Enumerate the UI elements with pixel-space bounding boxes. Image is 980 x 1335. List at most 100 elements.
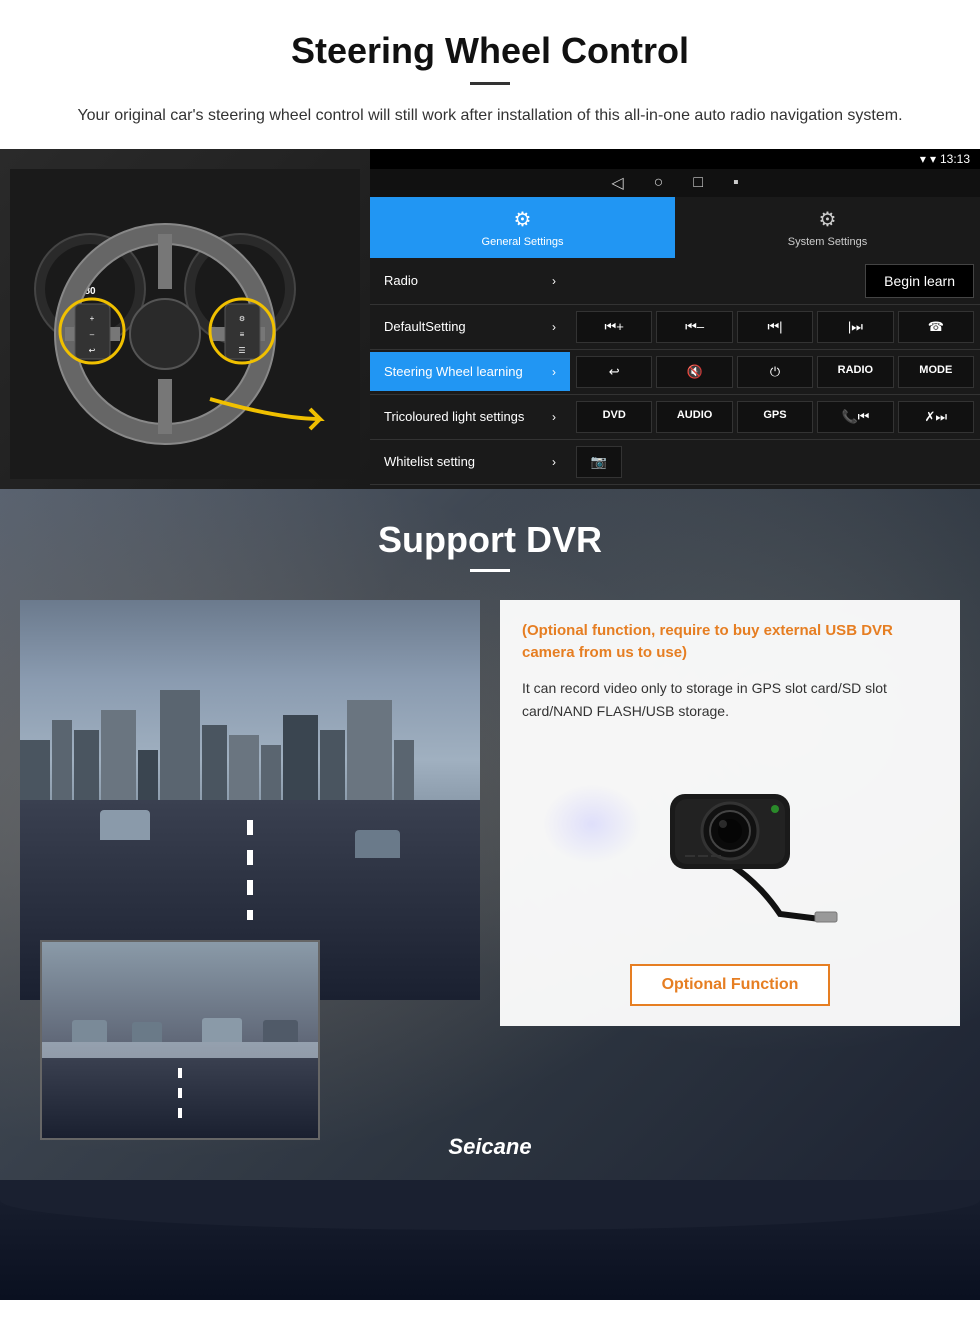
steering-wheel-svg: 80 + – ↩ ⚙ ≡ ☰	[10, 169, 360, 479]
ctrl-vol-up[interactable]: ⏮+	[576, 311, 652, 343]
settings-menu: Radio › Begin learn DefaultSetting › ⏮+ …	[370, 258, 980, 489]
menu-row-radio: Radio › Begin learn	[370, 258, 980, 305]
home-icon[interactable]: ○	[654, 174, 664, 192]
tab-general-label: General Settings	[482, 236, 564, 248]
menu-item-tricolour[interactable]: Tricoloured light settings ›	[370, 397, 570, 436]
svg-text:↩: ↩	[89, 346, 96, 355]
seicane-brand-logo: Seicane	[448, 1134, 531, 1160]
page-title: Steering Wheel Control	[40, 30, 940, 72]
car-dashboard-bottom	[0, 1180, 980, 1300]
tab-general-settings[interactable]: ⚙ General Settings	[370, 197, 675, 258]
chevron-icon-5: ›	[552, 455, 556, 469]
dvr-title-wrap: Support DVR	[0, 489, 980, 580]
ctrl-phone-prev[interactable]: 📞⏮	[817, 401, 893, 433]
ctrl-radio[interactable]: RADIO	[817, 356, 893, 388]
ctrl-audio[interactable]: AUDIO	[656, 401, 732, 433]
steering-composite: 80 + – ↩ ⚙ ≡ ☰	[0, 149, 980, 489]
menu-row-whitelist: Whitelist setting › 📷	[370, 440, 980, 485]
buildings-sim	[20, 660, 480, 820]
section-dvr: Support DVR	[0, 489, 980, 1300]
dvr-camera-illustration	[522, 744, 938, 944]
dvr-thumbnail	[40, 940, 320, 1140]
ctrl-mute[interactable]: 🔇	[656, 356, 732, 388]
ctrl-next[interactable]: |⏭	[817, 311, 893, 343]
dvr-title: Support DVR	[0, 519, 980, 561]
thumb-road	[42, 1058, 318, 1138]
chevron-icon-4: ›	[552, 410, 556, 424]
menu-row-steering: Steering Wheel learning › ↩ 🔇 ⏻ RADIO MO…	[370, 350, 980, 395]
ctrl-power[interactable]: ⏻	[737, 356, 813, 388]
menu-steering-label: Steering Wheel learning	[384, 364, 523, 379]
title-divider	[470, 82, 510, 85]
ctrl-mode[interactable]: MODE	[898, 356, 974, 388]
ctrl-camera[interactable]: 📷	[576, 446, 622, 478]
tab-system-settings[interactable]: ⚙ System Settings	[675, 197, 980, 258]
menu-item-whitelist[interactable]: Whitelist setting ›	[370, 442, 570, 481]
ctrl-hangup[interactable]: ↩	[576, 356, 652, 388]
android-panel: ▾ ▾ 13:13 ◁ ○ □ ▪ ⚙ General Settings ⚙ S…	[370, 149, 980, 489]
svg-text:⚙: ⚙	[239, 315, 245, 323]
svg-text:+: +	[90, 314, 95, 323]
menu-item-default[interactable]: DefaultSetting ›	[370, 307, 570, 346]
signal-icon: ▾	[930, 152, 936, 166]
ctrl-row-3: DVD AUDIO GPS 📞⏮ ✗⏭	[570, 395, 980, 439]
section-subtitle: Your original car's steering wheel contr…	[60, 103, 920, 129]
back-icon[interactable]: ◁	[611, 173, 623, 193]
settings-tabs: ⚙ General Settings ⚙ System Settings	[370, 197, 980, 258]
dvr-info-card: (Optional function, require to buy exter…	[500, 600, 960, 1027]
tab-system-label: System Settings	[788, 236, 867, 248]
menu-default-label: DefaultSetting	[384, 319, 466, 334]
general-settings-icon: ⚙	[514, 207, 532, 232]
menu-radio-label: Radio	[384, 273, 418, 288]
menu-item-radio[interactable]: Radio ›	[370, 261, 570, 300]
dvr-optional-notice: (Optional function, require to buy exter…	[522, 620, 938, 665]
svg-text:☰: ☰	[238, 346, 245, 355]
menu-tricolour-label: Tricoloured light settings	[384, 409, 524, 424]
thumb-car-2	[132, 1022, 162, 1042]
ctrl-vol-down[interactable]: ⏮–	[656, 311, 732, 343]
control-grid-3: DVD AUDIO GPS 📞⏮ ✗⏭	[576, 401, 974, 433]
menu-whitelist-label: Whitelist setting	[384, 454, 475, 469]
dvr-description: It can record video only to storage in G…	[522, 677, 938, 725]
chevron-icon-3: ›	[552, 365, 556, 379]
chevron-icon: ›	[552, 274, 556, 288]
android-navbar: ◁ ○ □ ▪	[370, 169, 980, 197]
ctrl-dvd[interactable]: DVD	[576, 401, 652, 433]
steering-wheel-image: 80 + – ↩ ⚙ ≡ ☰	[0, 149, 370, 489]
car-sim-1	[100, 810, 150, 840]
car-sim-2	[355, 830, 400, 858]
ctrl-skip-next[interactable]: ✗⏭	[898, 401, 974, 433]
camera-glow	[542, 784, 642, 864]
dvr-title-divider	[470, 569, 510, 572]
svg-text:–: –	[90, 330, 95, 339]
system-settings-icon: ⚙	[819, 207, 837, 232]
dvr-street-scene: Seicane	[20, 600, 480, 1160]
menu-row-tricolour: Tricoloured light settings › DVD AUDIO G…	[370, 395, 980, 440]
menu-icon[interactable]: ▪	[733, 174, 739, 192]
ctrl-gps[interactable]: GPS	[737, 401, 813, 433]
thumb-car-4	[263, 1020, 298, 1042]
status-time: 13:13	[940, 152, 970, 166]
dashboard-curve	[0, 1180, 980, 1230]
optional-function-button[interactable]: Optional Function	[630, 964, 831, 1006]
menu-item-steering[interactable]: Steering Wheel learning ›	[370, 352, 570, 391]
android-statusbar: ▾ ▾ 13:13	[370, 149, 980, 169]
begin-learn-button[interactable]: Begin learn	[865, 264, 974, 298]
thumb-car-3	[202, 1018, 242, 1042]
section-steering-wheel: Steering Wheel Control Your original car…	[0, 0, 980, 129]
recent-icon[interactable]: □	[693, 174, 703, 192]
control-grid-1: ⏮+ ⏮– ⏮| |⏭ ☎	[576, 311, 974, 343]
begin-learn-area: Begin learn	[570, 258, 980, 304]
svg-text:≡: ≡	[240, 330, 245, 339]
control-grid-2: ↩ 🔇 ⏻ RADIO MODE	[576, 356, 974, 388]
camera-svg	[620, 764, 840, 924]
menu-row-default: DefaultSetting › ⏮+ ⏮– ⏮| |⏭ ☎	[370, 305, 980, 350]
thumb-lane	[178, 1068, 182, 1118]
ctrl-row-4: 📷	[570, 440, 980, 484]
thumb-car-1	[72, 1020, 107, 1042]
ctrl-prev[interactable]: ⏮|	[737, 311, 813, 343]
ctrl-phone[interactable]: ☎	[898, 311, 974, 343]
chevron-icon-2: ›	[552, 320, 556, 334]
ctrl-row-1: ⏮+ ⏮– ⏮| |⏭ ☎	[570, 305, 980, 349]
dvr-content-area: Seicane (Optional function, require to	[0, 600, 980, 1160]
